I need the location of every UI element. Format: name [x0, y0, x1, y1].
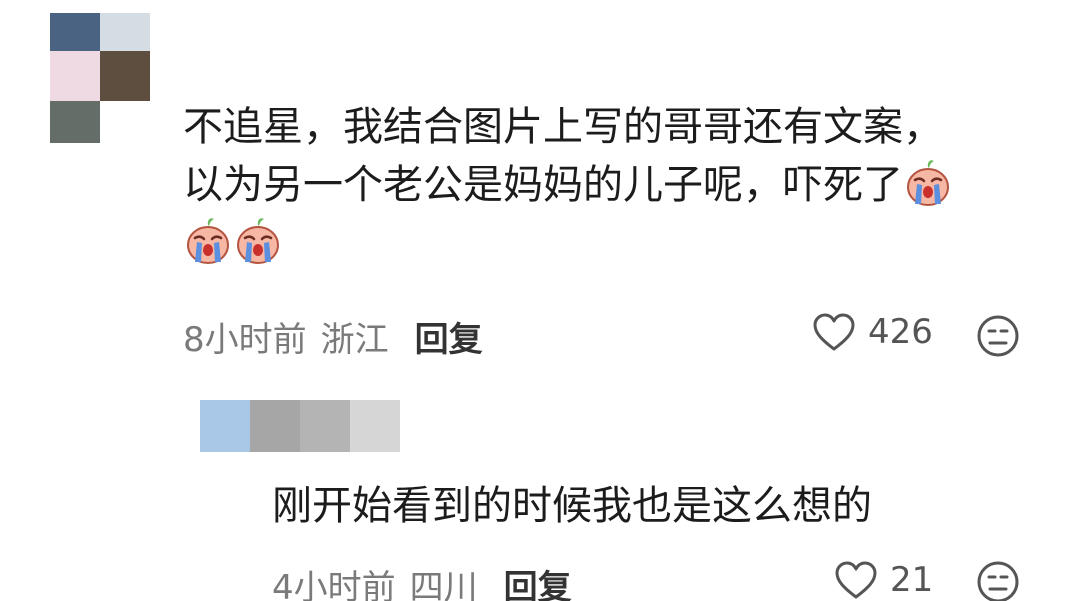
like-count: 426 [868, 312, 933, 352]
reply-avatar-name[interactable] [200, 400, 400, 452]
comment-line-3 [183, 214, 1043, 272]
heart-outline-icon [813, 313, 855, 351]
comment-line-1: 不追星，我结合图片上写的哥哥还有文案， [183, 104, 943, 150]
reply-like-button[interactable]: 21 [834, 560, 933, 600]
reply-like-count: 21 [890, 560, 934, 600]
crying-emoji-icon [233, 216, 283, 266]
reply-time: 4小时前 [272, 568, 396, 601]
reply-button[interactable]: 回复 [415, 312, 483, 361]
comment-line-2: 以为另一个老公是妈妈的儿子呢，吓死了 [183, 156, 1043, 214]
comment-meta: 8小时前 浙江 回复 [183, 312, 483, 361]
reply-dislike-button[interactable] [976, 560, 1020, 601]
comment-location: 浙江 [320, 320, 389, 360]
like-button[interactable]: 426 [812, 312, 933, 352]
reply-meta: 4小时前 四川 回复 [272, 560, 572, 601]
reply-reply-button[interactable]: 回复 [504, 560, 572, 601]
crying-emoji-icon [903, 158, 953, 208]
heart-outline-icon [835, 561, 877, 599]
dislike-button[interactable] [976, 314, 1020, 358]
reply-location: 四川 [409, 568, 478, 601]
comment-line-2-text: 以为另一个老公是妈妈的儿子呢，吓死了 [183, 162, 903, 208]
crying-emoji-icon [183, 216, 233, 266]
comment-thread: 不追星，我结合图片上写的哥哥还有文案， 以为另一个老公是妈妈的儿子呢，吓死了 8… [0, 0, 1080, 601]
comment-text: 不追星，我结合图片上写的哥哥还有文案， 以为另一个老公是妈妈的儿子呢，吓死了 [183, 98, 1043, 272]
reply-text: 刚开始看到的时候我也是这么想的 [272, 483, 872, 529]
comment-time: 8小时前 [183, 320, 307, 360]
avatar[interactable] [50, 13, 150, 143]
neutral-face-icon [977, 315, 1019, 357]
neutral-face-icon [977, 561, 1019, 601]
